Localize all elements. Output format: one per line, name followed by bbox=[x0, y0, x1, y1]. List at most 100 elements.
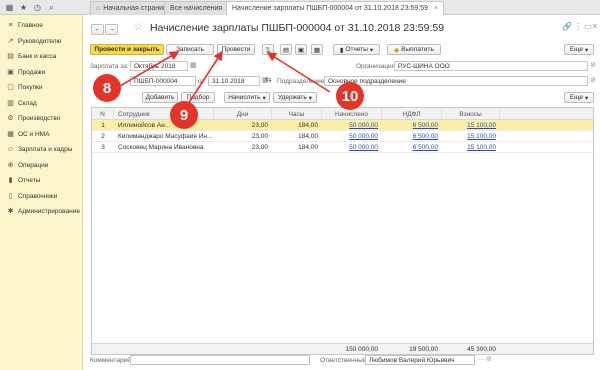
table-row[interactable]: 1 Иллинойсов Ан... 23,00 184,00 50 000,0… bbox=[92, 120, 593, 131]
column-header[interactable]: Взносы bbox=[442, 108, 500, 120]
days-cell[interactable]: 23,00 bbox=[214, 131, 272, 142]
star-icon[interactable]: ★ bbox=[18, 2, 29, 13]
calendar-icon[interactable]: ▦ bbox=[190, 61, 197, 69]
sidebar-item-production[interactable]: ⚙ Производство bbox=[0, 111, 83, 125]
print-button[interactable]: ▤ bbox=[280, 44, 292, 55]
bank-icon: ▤ bbox=[7, 53, 14, 60]
contributions-link[interactable]: 15 100,00 bbox=[442, 142, 500, 153]
sidebar-item-catalogs[interactable]: ▯ Справочники bbox=[0, 189, 83, 203]
post-and-close-button[interactable]: Провести и закрыть bbox=[90, 44, 164, 55]
sidebar-item-sales[interactable]: ▣ Продажи bbox=[0, 65, 83, 79]
link-icon[interactable]: 🔗 bbox=[562, 22, 572, 31]
row-number: 3 bbox=[101, 144, 105, 151]
ndfl-link[interactable]: 6 500,00 bbox=[382, 120, 442, 131]
top-icons: ▦ ★ ◷ ⌕ bbox=[0, 0, 88, 15]
days-cell[interactable]: 23,00 bbox=[214, 120, 272, 131]
column-header[interactable]: Дни bbox=[214, 108, 272, 120]
add-row-button[interactable]: Добавить bbox=[142, 92, 178, 103]
save-button[interactable]: Записать bbox=[166, 44, 214, 55]
history-icon[interactable]: ◷ bbox=[32, 2, 43, 13]
employee-cell[interactable]: Иллинойсов Ан... bbox=[118, 120, 214, 131]
accrued-link[interactable]: 50 000,00 bbox=[322, 131, 382, 142]
sidebar-item-bank[interactable]: ▤ Банк и касса bbox=[0, 49, 83, 63]
reports-dropdown[interactable]: ▮ Отчеты ▾ bbox=[333, 44, 380, 55]
hours-cell[interactable]: 184,00 bbox=[272, 142, 322, 153]
reports-label: Отчеты bbox=[345, 46, 368, 53]
more-button[interactable]: Еще ▾ bbox=[564, 44, 594, 55]
sidebar-item-label: Покупки bbox=[18, 83, 43, 91]
back-button[interactable]: ← bbox=[91, 24, 104, 35]
row-number: 2 bbox=[101, 133, 105, 140]
month-field[interactable]: Октябрь 2018 bbox=[130, 61, 188, 71]
post-button[interactable]: Провести bbox=[217, 44, 255, 55]
sidebar-item-assets[interactable]: ▦ ОС и НМА bbox=[0, 127, 83, 141]
restore-icon[interactable]: ▭ bbox=[584, 22, 592, 31]
table-row[interactable]: 2 Килиманджаро Масуфаия Ин... 23,00 184,… bbox=[92, 131, 593, 142]
top-bar: ▦ ★ ◷ ⌕ ⌂ Начальная страница Все начисле… bbox=[0, 0, 600, 15]
sidebar-item-warehouse[interactable]: ▥ Склад bbox=[0, 96, 83, 110]
open-link-icon[interactable]: ⊘ bbox=[486, 355, 492, 363]
copy-button[interactable]: ▣ bbox=[295, 44, 307, 55]
tab-payroll-document[interactable]: Начисление зарплаты ПШБП-000004 от 31.10… bbox=[226, 1, 445, 15]
comment-label: Комментарий: bbox=[90, 357, 133, 364]
ndfl-link[interactable]: 6 500,00 bbox=[382, 142, 442, 153]
hours-cell[interactable]: 184,00 bbox=[272, 131, 322, 142]
employee-cell[interactable]: Килиманджаро Масуфаия Ин... bbox=[118, 131, 214, 142]
contributions-link[interactable]: 15 100,00 bbox=[442, 131, 500, 142]
accrued-link[interactable]: 50 000,00 bbox=[322, 120, 382, 131]
department-label: Подразделение: bbox=[277, 78, 327, 85]
ndfl-link[interactable]: 6 500,00 bbox=[382, 131, 442, 142]
close-icon[interactable]: × bbox=[434, 5, 438, 12]
contributions-link[interactable]: 15 100,00 bbox=[442, 120, 500, 131]
pay-label: Выплатить bbox=[401, 46, 434, 53]
chart-icon: ↗ bbox=[7, 38, 14, 45]
sidebar-item-main[interactable]: ≡ Главное bbox=[0, 18, 83, 32]
chevron-down-icon: ▾ bbox=[369, 46, 374, 54]
sidebar-item-operations[interactable]: ⊕ Операции bbox=[0, 158, 83, 172]
sidebar-item-label: ОС и НМА bbox=[18, 130, 50, 138]
open-link-icon[interactable]: ⊘ bbox=[590, 61, 596, 69]
days-cell[interactable]: 23,00 bbox=[214, 142, 272, 153]
withhold-dropdown[interactable]: Удержать ▾ bbox=[273, 92, 317, 103]
more-vert-icon[interactable]: ⋮ bbox=[574, 22, 582, 31]
column-header[interactable]: НДФЛ bbox=[382, 108, 442, 120]
hours-cell[interactable]: 184,00 bbox=[272, 120, 322, 131]
assets-icon: ▦ bbox=[7, 131, 14, 138]
forward-button[interactable]: → bbox=[105, 24, 118, 35]
column-header[interactable]: N bbox=[92, 108, 114, 120]
sidebar-item-manager[interactable]: ↗ Руководителю bbox=[0, 34, 83, 48]
sidebar-item-label: Справочники bbox=[18, 192, 58, 200]
responsible-field[interactable]: Любимов Валерий Юрьевич bbox=[365, 355, 475, 365]
favorite-star-icon[interactable]: ☆ bbox=[134, 22, 143, 33]
department-field[interactable]: Основное подразделение bbox=[324, 76, 588, 86]
pay-button[interactable]: ◆ Выплатить bbox=[387, 44, 441, 55]
column-header[interactable]: Часы bbox=[272, 108, 322, 120]
sidebar-item-label: Операции bbox=[18, 161, 49, 169]
column-header[interactable]: Сотрудник bbox=[114, 108, 214, 120]
sidebar-item-payroll[interactable]: ☺ Зарплата и кадры bbox=[0, 142, 83, 156]
sidebar-item-purchases[interactable]: ▢ Покупки bbox=[0, 80, 83, 94]
dt-kt-button[interactable]: ⇅ bbox=[262, 44, 274, 55]
organization-field[interactable]: РУС-ШИНА ООО bbox=[394, 61, 588, 71]
month-label: Зарплата за: bbox=[90, 63, 129, 70]
more-label: Еще bbox=[569, 46, 583, 53]
date-field[interactable]: 31.10.2018 bbox=[208, 76, 260, 86]
open-link-icon[interactable]: ⊘ bbox=[590, 76, 596, 84]
withhold-label: Удержать bbox=[277, 94, 307, 101]
accrue-dropdown[interactable]: Начислить ▾ bbox=[224, 92, 270, 103]
employee-cell[interactable]: Сосковец Марина Ивановна bbox=[118, 142, 214, 153]
close-icon[interactable]: × bbox=[592, 21, 597, 31]
select-icon[interactable]: … bbox=[478, 355, 485, 362]
table-row[interactable]: 3 Сосковец Марина Ивановна 23,00 184,00 … bbox=[92, 142, 593, 153]
comment-field[interactable] bbox=[130, 355, 310, 365]
apps-grid-icon[interactable]: ▦ bbox=[4, 2, 15, 13]
search-icon[interactable]: ⌕ bbox=[46, 2, 57, 13]
number-field[interactable]: ПШБП-000004 bbox=[130, 76, 196, 86]
accrued-link[interactable]: 50 000,00 bbox=[322, 142, 382, 153]
table-more-button[interactable]: Еще ▾ bbox=[564, 92, 594, 103]
chevron-down-icon: ▾ bbox=[308, 94, 313, 102]
ledger-icon: ⇅ bbox=[265, 46, 271, 54]
sidebar-item-admin[interactable]: ✱ Администрирование bbox=[0, 204, 83, 218]
sidebar-item-reports[interactable]: ▮ Отчеты bbox=[0, 173, 83, 187]
calculate-button[interactable]: ▦ bbox=[311, 44, 323, 55]
